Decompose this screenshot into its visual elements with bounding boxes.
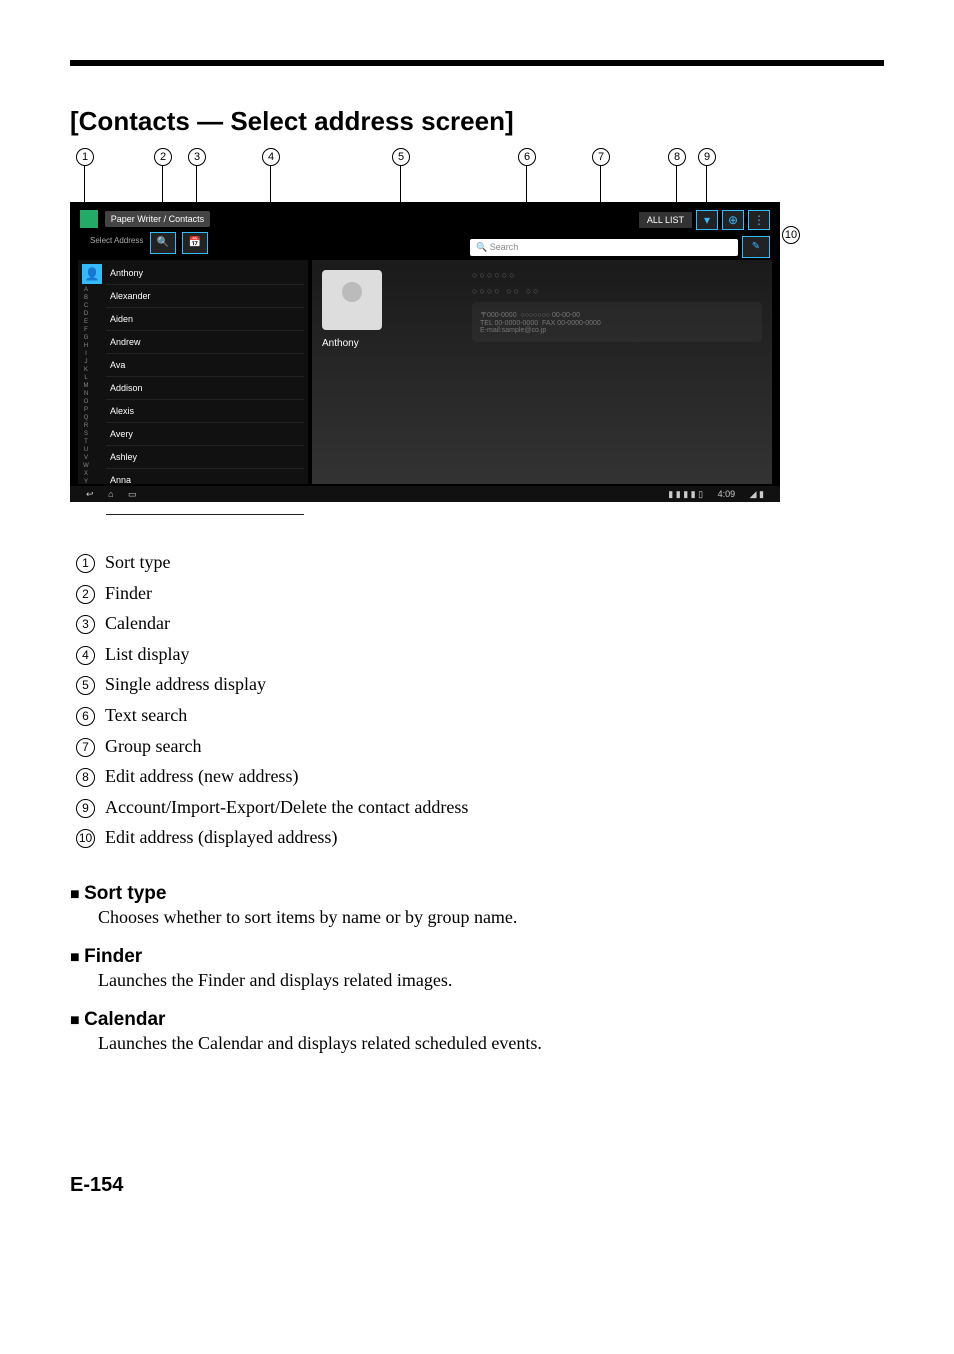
section-heading: Calendar <box>70 1009 884 1031</box>
callout-3: 3 <box>188 147 206 166</box>
section-body: Chooses whether to sort items by name or… <box>98 907 884 928</box>
leader-7 <box>600 165 601 207</box>
contact-list-pane: 👤 ABCDEFGHIJKLMNOPQRSTUVWXYZ# Anthony Al… <box>78 260 308 484</box>
contact-detail-fields: ○○○○○○ ○○○○ ○○ ○○ 〒000-0000 ○○○○○○○ 00-0… <box>472 270 762 342</box>
list-item[interactable]: Aiden <box>106 308 304 331</box>
section-heading: Sort type <box>70 883 884 905</box>
leader-8 <box>676 165 677 207</box>
list-item[interactable]: Alexander <box>106 285 304 308</box>
recents-icon[interactable]: ▭ <box>128 489 137 499</box>
list-item[interactable]: Avery <box>106 423 304 446</box>
list-item[interactable]: Anthony <box>106 262 304 285</box>
callout-5: 5 <box>392 147 410 166</box>
list-item[interactable]: Addison <box>106 377 304 400</box>
contact-name-list: Anthony Alexander Aiden Andrew Ava Addis… <box>106 262 304 480</box>
legend-item: 9Account/Import-Export/Delete the contac… <box>76 792 884 823</box>
avatar <box>322 270 382 330</box>
callout-10: 10 <box>782 225 800 244</box>
section-heading: Finder <box>70 946 884 968</box>
select-address-label: Select Address <box>90 236 143 245</box>
page-heading: [Contacts — Select address screen] <box>70 106 884 137</box>
callout-legend: 1Sort type 2Finder 3Calendar 4List displ… <box>76 547 884 853</box>
system-nav-bar: ↩ ⌂ ▭ ▮ ▮ ▮ ▮ ▯ 4:09 ◢ ▮ <box>70 486 780 502</box>
legend-item: 1Sort type <box>76 547 884 578</box>
breadcrumb[interactable]: Paper Writer / Contacts <box>105 211 210 227</box>
top-right-controls: ALL LIST ▾ ⊕ ⋮ <box>639 210 770 230</box>
callout-2: 2 <box>154 147 172 166</box>
callout-7: 7 <box>592 147 610 166</box>
back-icon[interactable]: ↩ <box>86 489 94 499</box>
signal-icon: ◢ ▮ <box>750 489 764 499</box>
search-placeholder: Search <box>490 242 519 252</box>
search-input[interactable]: 🔍 Search <box>470 239 738 256</box>
clock: 4:09 <box>718 489 736 499</box>
callout-6: 6 <box>518 147 536 166</box>
section-finder: Finder Launches the Finder and displays … <box>70 946 884 991</box>
more-menu-icon[interactable]: ⋮ <box>748 210 770 230</box>
section-calendar: Calendar Launches the Calendar and displ… <box>70 1009 884 1054</box>
list-item[interactable]: Ava <box>106 354 304 377</box>
section-sort-type: Sort type Chooses whether to sort items … <box>70 883 884 928</box>
edit-contact-icon[interactable]: ✎ <box>742 236 770 258</box>
add-contact-icon[interactable]: ⊕ <box>722 210 744 230</box>
section-body: Launches the Calendar and displays relat… <box>98 1033 884 1054</box>
callout-1: 1 <box>76 147 94 166</box>
calendar-icon[interactable]: 📅 <box>182 232 208 254</box>
legend-item: 4List display <box>76 639 884 670</box>
annotated-screenshot: 1 2 3 4 5 6 7 8 9 10 Paper <box>70 147 800 517</box>
contact-detail-card: 〒000-0000 ○○○○○○○ 00-00-00 TEL 00-0000-0… <box>472 302 762 342</box>
page-number: E-154 <box>70 1174 884 1197</box>
list-item[interactable]: Andrew <box>106 331 304 354</box>
legend-item: 7Group search <box>76 731 884 762</box>
callout-8: 8 <box>668 147 686 166</box>
group-filter-pill[interactable]: ALL LIST <box>639 212 692 228</box>
legend-item: 8Edit address (new address) <box>76 761 884 792</box>
section-body: Launches the Finder and displays related… <box>98 970 884 991</box>
list-item[interactable]: Alexis <box>106 400 304 423</box>
legend-item: 5Single address display <box>76 669 884 700</box>
contact-detail-name: Anthony <box>322 338 359 349</box>
contact-detail-pane: Anthony ○○○○○○ ○○○○ ○○ ○○ 〒000-0000 ○○○○… <box>312 260 772 484</box>
device-frame: Paper Writer / Contacts Select Address 🔍… <box>70 202 780 502</box>
alpha-index-strip[interactable]: ABCDEFGHIJKLMNOPQRSTUVWXYZ# <box>80 286 92 480</box>
finder-icon[interactable]: 🔍 <box>150 232 176 254</box>
callout-4: 4 <box>262 147 280 166</box>
list-item[interactable]: Ashley <box>106 446 304 469</box>
leader-9 <box>706 165 707 207</box>
status-icons: ▮ ▮ ▮ ▮ ▯ <box>668 489 703 499</box>
legend-item: 6Text search <box>76 700 884 731</box>
search-row: 🔍 Search ✎ <box>470 236 770 258</box>
sort-type-button[interactable]: 👤 <box>82 264 102 284</box>
home-icon[interactable]: ⌂ <box>108 489 113 499</box>
callout-9: 9 <box>698 147 716 166</box>
chevron-down-icon[interactable]: ▾ <box>696 210 718 230</box>
page-top-rule <box>70 60 884 66</box>
legend-item: 2Finder <box>76 578 884 609</box>
app-icon <box>80 210 98 228</box>
legend-item: 3Calendar <box>76 608 884 639</box>
legend-item: 10Edit address (displayed address) <box>76 822 884 853</box>
